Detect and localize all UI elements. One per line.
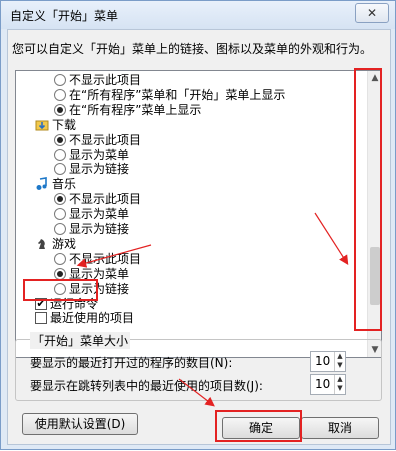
arrow-to-scrollbar: [314, 212, 349, 266]
arrow-to-run-command: [76, 244, 152, 268]
annotation-arrows: [76, 212, 349, 407]
customize-start-menu-dialog: 自定义「开始」菜单 ✕ 您可以自定义「开始」菜单上的链接、图标以及菜单的外观和行…: [0, 0, 396, 450]
arrow-to-ok-button: [178, 378, 215, 407]
